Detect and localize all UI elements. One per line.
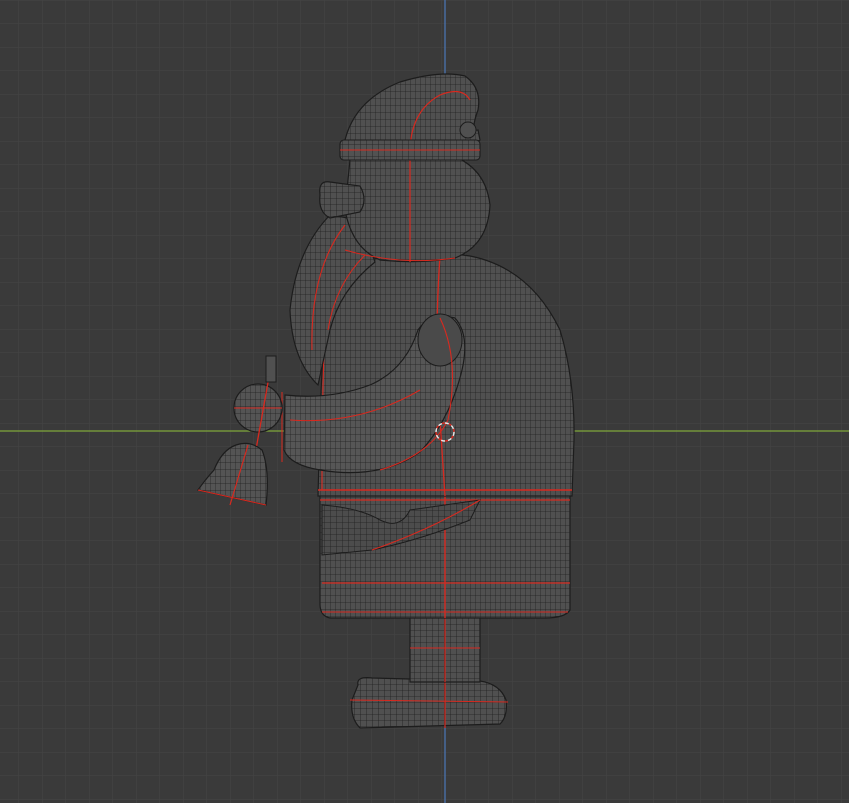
viewport-canvas[interactable]	[0, 0, 849, 803]
boots-mesh[interactable]	[349, 677, 509, 729]
3d-viewport[interactable]	[0, 0, 849, 803]
mustache-mesh[interactable]	[319, 181, 365, 219]
legs-mesh[interactable]	[409, 615, 481, 683]
